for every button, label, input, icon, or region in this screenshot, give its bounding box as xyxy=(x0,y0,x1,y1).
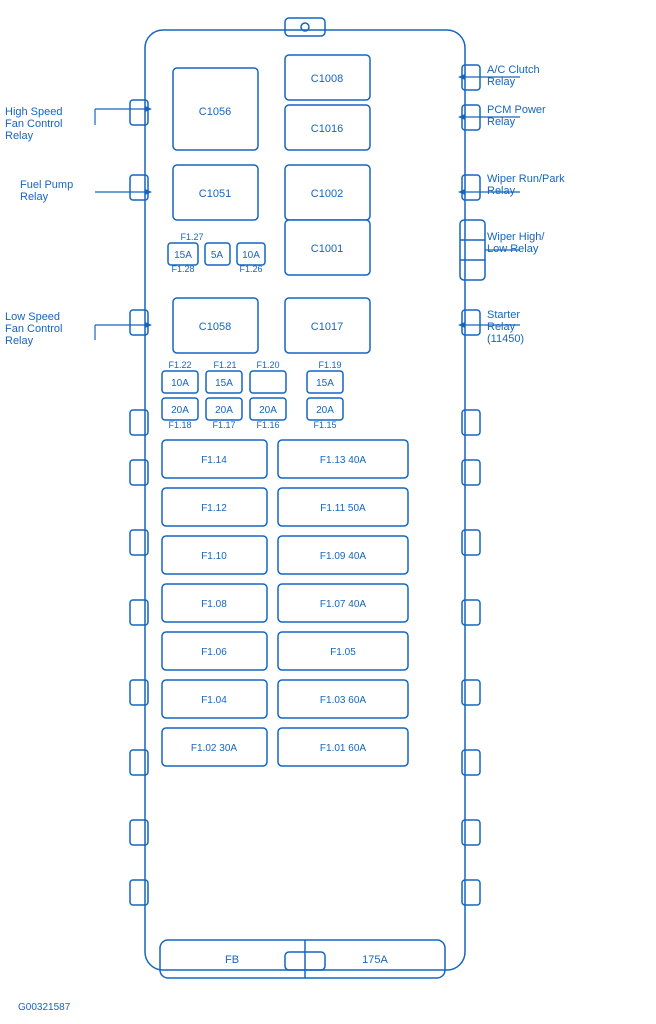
svg-text:F1.13 40A: F1.13 40A xyxy=(320,455,366,466)
svg-text:F1.19: F1.19 xyxy=(318,360,341,370)
svg-text:F1.15: F1.15 xyxy=(313,420,336,430)
svg-text:F1.18: F1.18 xyxy=(168,420,191,430)
svg-text:C1016: C1016 xyxy=(311,123,343,135)
svg-text:C1002: C1002 xyxy=(311,188,343,200)
svg-text:C1058: C1058 xyxy=(199,321,231,333)
svg-text:FB: FB xyxy=(225,954,239,966)
svg-text:F1.11 50A: F1.11 50A xyxy=(320,503,366,514)
svg-text:F1.16: F1.16 xyxy=(256,420,279,430)
svg-text:F1.09 40A: F1.09 40A xyxy=(320,551,366,562)
low-speed-fan-label2: Fan Control xyxy=(5,323,62,335)
svg-text:F1.04: F1.04 xyxy=(201,695,227,706)
wiper-high-low-label2: Low Relay xyxy=(487,243,539,255)
svg-text:C1017: C1017 xyxy=(311,321,343,333)
svg-text:20A: 20A xyxy=(316,405,334,416)
fuel-pump-label2: Relay xyxy=(20,191,49,203)
svg-text:F1.17: F1.17 xyxy=(212,420,235,430)
svg-text:F1.20: F1.20 xyxy=(256,360,279,370)
svg-text:F1.06: F1.06 xyxy=(201,647,227,658)
svg-text:F1.12: F1.12 xyxy=(201,503,227,514)
svg-text:15A: 15A xyxy=(174,250,192,261)
wiper-high-low-label: Wiper High/ xyxy=(487,231,545,243)
fuse-box-diagram: .blue-text { fill: #1565C0; font-family:… xyxy=(0,0,656,1024)
svg-text:C1001: C1001 xyxy=(311,243,343,255)
svg-text:15A: 15A xyxy=(215,378,233,389)
pcm-power-label: PCM Power xyxy=(487,104,546,116)
svg-text:F1.28: F1.28 xyxy=(171,264,194,274)
low-speed-fan-label: Low Speed xyxy=(5,311,60,323)
svg-text:F1.03 60A: F1.03 60A xyxy=(320,695,366,706)
low-speed-fan-label3: Relay xyxy=(5,335,34,347)
svg-text:175A: 175A xyxy=(362,954,388,966)
svg-text:C1008: C1008 xyxy=(311,73,343,85)
ac-clutch-label: A/C Clutch xyxy=(487,64,540,76)
svg-text:F1.14: F1.14 xyxy=(201,455,227,466)
svg-text:F1.10: F1.10 xyxy=(201,551,227,562)
high-speed-fan-label: High Speed xyxy=(5,106,63,118)
svg-text:F1.27: F1.27 xyxy=(180,232,203,242)
wiper-run-park-label: Wiper Run/Park xyxy=(487,173,565,185)
part-number: G00321587 xyxy=(18,1002,71,1013)
svg-text:F1.26: F1.26 xyxy=(239,264,262,274)
svg-text:F1.05: F1.05 xyxy=(330,647,356,658)
svg-text:10A: 10A xyxy=(242,250,260,261)
starter-relay-label2: Relay xyxy=(487,321,516,333)
starter-relay-label: Starter xyxy=(487,309,520,321)
svg-text:F1.07 40A: F1.07 40A xyxy=(320,599,366,610)
fuel-pump-label: Fuel Pump xyxy=(20,179,73,191)
svg-text:F1.01 60A: F1.01 60A xyxy=(320,743,366,754)
pcm-power-label2: Relay xyxy=(487,116,516,128)
svg-text:20A: 20A xyxy=(259,405,277,416)
svg-text:10A: 10A xyxy=(171,378,189,389)
high-speed-fan-label3: Relay xyxy=(5,130,34,142)
wiper-run-park-label2: Relay xyxy=(487,185,516,197)
svg-text:F1.02 30A: F1.02 30A xyxy=(191,743,237,754)
svg-text:F1.22: F1.22 xyxy=(168,360,191,370)
svg-text:20A: 20A xyxy=(171,405,189,416)
starter-relay-label3: (11450) xyxy=(487,333,524,345)
ac-clutch-label2: Relay xyxy=(487,76,516,88)
svg-text:15A: 15A xyxy=(316,378,334,389)
svg-text:F1.08: F1.08 xyxy=(201,599,227,610)
high-speed-fan-label2: Fan Control xyxy=(5,118,62,130)
svg-text:5A: 5A xyxy=(211,250,224,261)
svg-text:C1056: C1056 xyxy=(199,106,231,118)
svg-text:F1.21: F1.21 xyxy=(213,360,236,370)
svg-text:20A: 20A xyxy=(215,405,233,416)
svg-text:C1051: C1051 xyxy=(199,188,231,200)
